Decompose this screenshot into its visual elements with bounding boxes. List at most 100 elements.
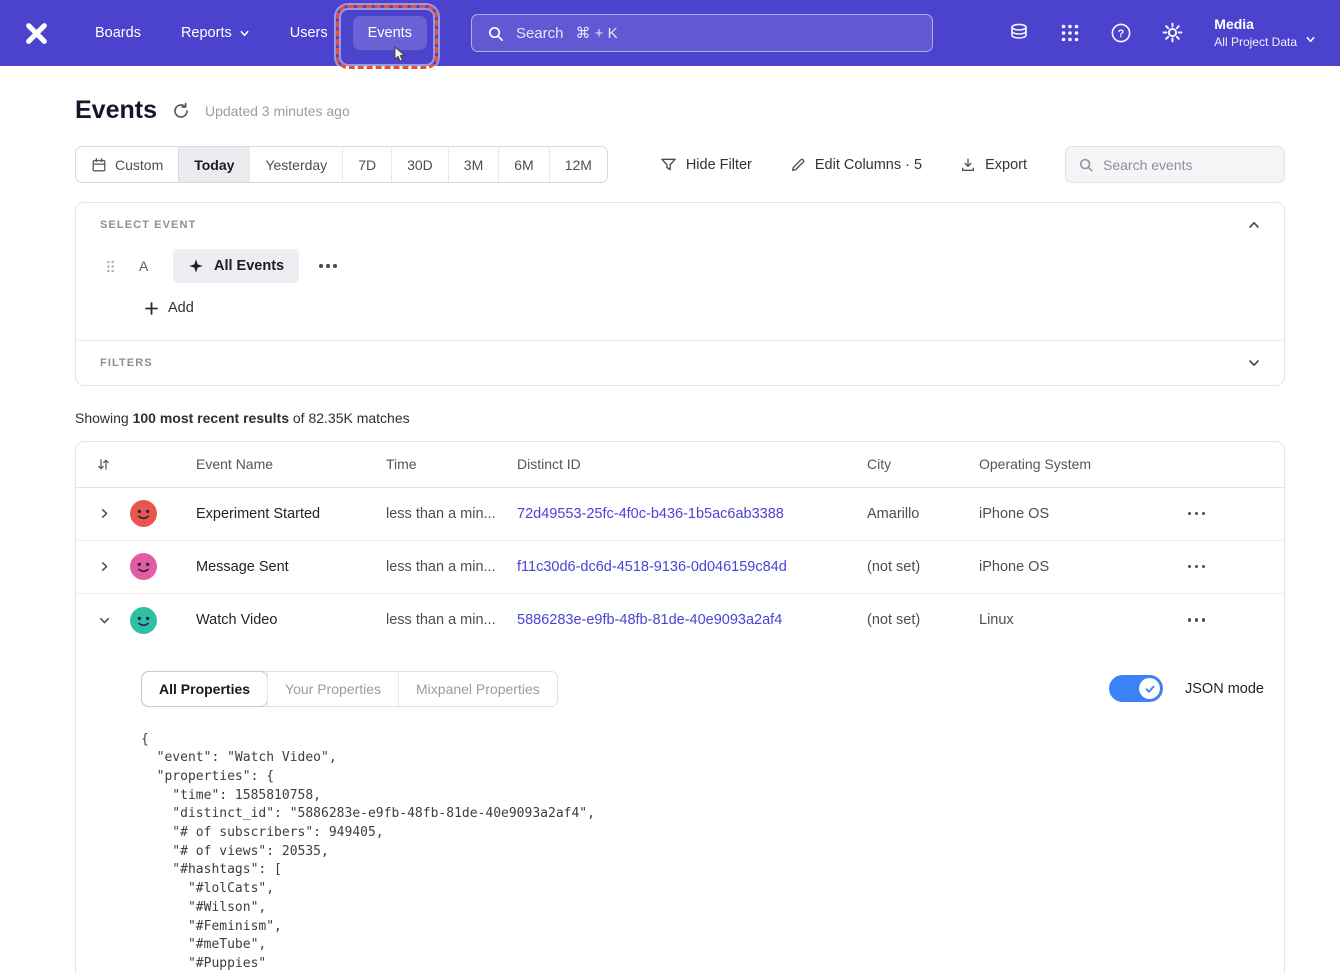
cell-os: Linux [979, 612, 1129, 628]
table-row-expanded[interactable]: Watch Video less than a min... 5886283e-… [76, 594, 1284, 647]
row-options-button[interactable] [1181, 558, 1213, 576]
filters-section-header[interactable]: FILTERS [76, 341, 1284, 385]
project-switcher[interactable]: Media All Project Data [1214, 15, 1316, 51]
add-row: Add [76, 283, 1284, 340]
avatar [130, 553, 157, 580]
cell-os: iPhone OS [979, 506, 1129, 522]
range-yesterday[interactable]: Yesterday [249, 147, 342, 182]
project-subtitle: All Project Data [1214, 34, 1297, 51]
search-events-input[interactable] [1103, 157, 1272, 173]
json-mode-label: JSON mode [1185, 681, 1264, 697]
cell-time: less than a min... [386, 612, 517, 628]
range-30d[interactable]: 30D [391, 147, 448, 182]
add-event-button[interactable]: Add [145, 300, 194, 316]
nav-label-reports: Reports [181, 25, 232, 41]
nav-item-boards[interactable]: Boards [80, 16, 156, 50]
hide-filter-button[interactable]: Hide Filter [660, 156, 752, 173]
hide-filter-label: Hide Filter [686, 157, 752, 173]
col-header-event-name: Event Name [178, 456, 386, 472]
event-options-button[interactable] [312, 257, 344, 275]
distinct-id-link[interactable]: 5886283e-e9fb-48fb-81de-40e9093a2af4 [517, 612, 782, 628]
edit-columns-label: Edit Columns · 5 [815, 157, 922, 173]
cell-time: less than a min... [386, 506, 517, 522]
refresh-icon[interactable] [172, 102, 190, 120]
event-chip-all-events[interactable]: All Events [173, 249, 299, 283]
data-management-icon[interactable] [1008, 22, 1030, 44]
range-7d[interactable]: 7D [342, 147, 391, 182]
table-row[interactable]: Message Sent less than a min... f11c30d6… [76, 541, 1284, 594]
events-table: Event Name Time Distinct ID City Operati… [75, 441, 1285, 974]
cell-time: less than a min... [386, 559, 517, 575]
page-header: Events Updated 3 minutes ago [75, 96, 1285, 125]
range-label: 12M [565, 157, 592, 173]
range-6m[interactable]: 6M [498, 147, 548, 182]
nav-item-users[interactable]: Users [275, 16, 343, 50]
chevron-down-icon[interactable] [1248, 357, 1260, 369]
nav-item-events[interactable]: Events [353, 16, 427, 50]
sparkle-icon [188, 258, 204, 274]
top-navbar: Boards Reports Users Events Search ⌘ + K… [0, 0, 1340, 66]
navbar-right: ? Media All Project Data [1008, 15, 1316, 51]
table-row[interactable]: Experiment Started less than a min... 72… [76, 488, 1284, 541]
apps-grid-icon[interactable] [1059, 22, 1081, 44]
cell-city: (not set) [867, 612, 979, 628]
filters-label: FILTERS [100, 357, 153, 369]
export-button[interactable]: Export [960, 157, 1027, 173]
distinct-id-link[interactable]: 72d49553-25fc-4f0c-b436-1b5ac6ab3388 [517, 506, 784, 522]
avatar [130, 607, 157, 634]
toggle-knob [1139, 678, 1160, 699]
settings-gear-icon[interactable] [1161, 22, 1183, 44]
col-header-city: City [867, 456, 979, 472]
json-mode-toggle[interactable] [1109, 675, 1163, 702]
search-icon [487, 25, 504, 42]
cell-city: Amarillo [867, 506, 979, 522]
tab-all-properties[interactable]: All Properties [142, 672, 267, 706]
range-label: 6M [514, 157, 533, 173]
chevron-up-icon[interactable] [1248, 219, 1260, 231]
avatar [130, 500, 157, 527]
toolbar-actions: Hide Filter Edit Columns · 5 Export [660, 146, 1285, 183]
mixpanel-logo[interactable] [24, 20, 50, 46]
drag-handle-icon[interactable] [106, 259, 115, 274]
row-options-button[interactable] [1181, 505, 1213, 523]
add-label: Add [168, 300, 194, 316]
tab-your-properties[interactable]: Your Properties [267, 672, 398, 706]
chevron-right-icon[interactable] [96, 558, 113, 575]
range-custom[interactable]: Custom [76, 147, 178, 182]
range-3m[interactable]: 3M [448, 147, 498, 182]
global-search[interactable]: Search ⌘ + K [471, 14, 933, 52]
event-selection-row: A All Events [76, 247, 1284, 283]
events-page: Boards Reports Users Events Search ⌘ + K… [0, 0, 1340, 974]
page-title: Events [75, 96, 157, 125]
range-label: 30D [407, 157, 433, 173]
summary-count: 100 most recent results [133, 410, 289, 426]
project-name: Media [1214, 15, 1297, 35]
chevron-down-icon[interactable] [96, 612, 113, 629]
distinct-id-link[interactable]: f11c30d6-dc6d-4518-9136-0d046159c84d [517, 559, 787, 575]
range-today[interactable]: Today [178, 147, 249, 182]
row-options-button[interactable] [1181, 611, 1213, 629]
tab-mixpanel-properties[interactable]: Mixpanel Properties [398, 672, 557, 706]
help-icon[interactable]: ? [1110, 22, 1132, 44]
main-nav: Boards Reports Users Events [80, 16, 427, 50]
toolbar: Custom Today Yesterday 7D 30D 3M 6M 12M … [75, 146, 1285, 183]
nav-item-reports[interactable]: Reports [166, 16, 265, 50]
funnel-icon [660, 156, 677, 173]
nav-label-users: Users [290, 25, 328, 41]
table-header-row: Event Name Time Distinct ID City Operati… [76, 442, 1284, 488]
col-header-distinct-id: Distinct ID [517, 456, 867, 472]
search-icon [1078, 157, 1094, 173]
select-event-section-header[interactable]: SELECT EVENT [76, 203, 1284, 247]
edit-columns-button[interactable]: Edit Columns · 5 [790, 157, 922, 173]
nav-label-boards: Boards [95, 25, 141, 41]
range-12m[interactable]: 12M [549, 147, 607, 182]
download-icon [960, 157, 976, 173]
cell-os: iPhone OS [979, 559, 1129, 575]
range-label: Today [194, 157, 234, 173]
event-chip-label: All Events [214, 258, 284, 274]
sort-icon[interactable] [96, 457, 111, 472]
summary-suffix: of 82.35K matches [289, 410, 410, 426]
chevron-right-icon[interactable] [96, 505, 113, 522]
last-updated-text: Updated 3 minutes ago [205, 103, 350, 119]
range-label: 7D [358, 157, 376, 173]
